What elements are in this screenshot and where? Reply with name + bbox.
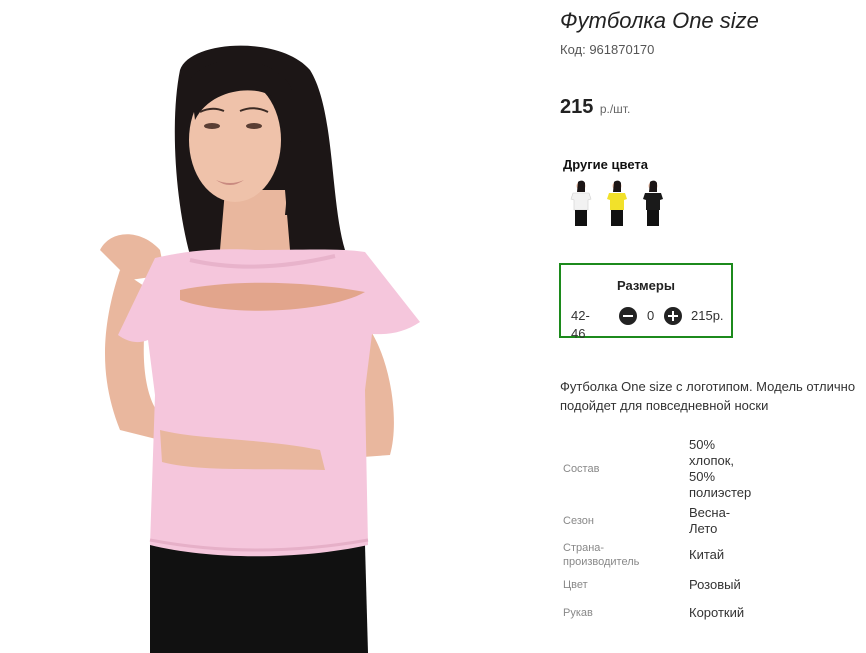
product-price: 215 р./шт. [560,96,630,119]
model-image [100,45,420,653]
product-page: Футболка One size Код: 961870170 215 р./… [0,0,866,653]
color-swatch-white[interactable] [568,180,594,230]
minus-circle-icon[interactable] [619,307,637,325]
product-title: Футболка One size [560,8,759,33]
property-label: Рукав [563,607,593,619]
quantity-value: 0 [647,308,655,323]
other-colors-title: Другие цвета [563,157,648,172]
price-value: 215 [560,96,594,118]
plus-circle-icon[interactable] [664,307,682,325]
price-unit: р./шт. [599,102,631,116]
size-price: 215р. [691,308,724,323]
product-code: Код: 961870170 [560,42,655,57]
property-label: Цвет [563,579,588,591]
property-value: Весна-Лето [689,505,731,536]
product-description: Футболка One size с логотипом. Модель от… [560,379,856,413]
property-label: Страна-производитель [563,542,640,568]
property-value: Короткий [689,605,745,620]
sizes-box: Размеры 42-46 0 215р. [559,263,733,341]
property-value: Розовый [689,577,741,592]
property-value: 50% хлопок, 50% полиэстер [689,437,752,500]
property-value: Китай [689,547,725,562]
sizes-title: Размеры [617,278,675,293]
product-photo[interactable] [0,0,540,653]
property-label: Сезон [563,515,594,527]
color-swatch-black[interactable] [640,180,666,230]
color-swatch-yellow[interactable] [604,180,630,230]
size-label: 42-46 [571,308,590,341]
property-label: Состав [563,463,600,475]
